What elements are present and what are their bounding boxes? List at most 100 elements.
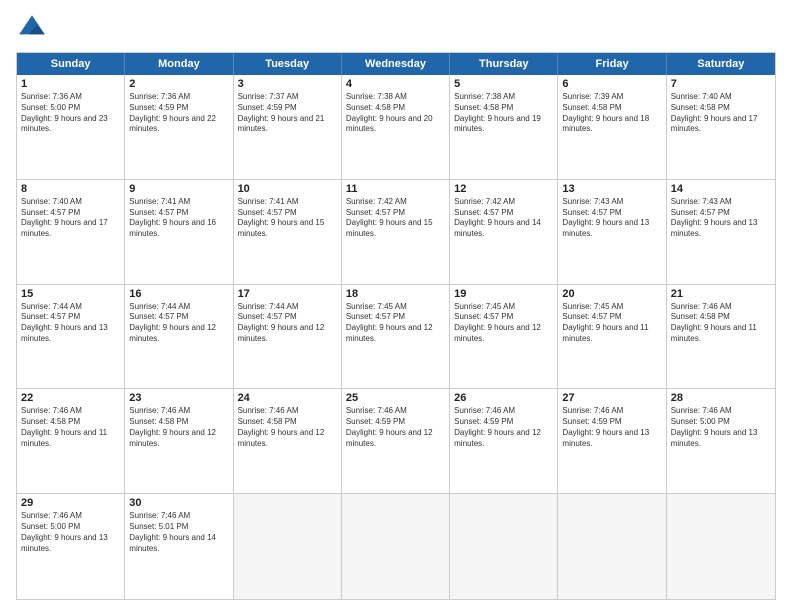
sunset-line: Sunset: 4:57 PM — [454, 208, 553, 219]
daylight-label: Daylight: 9 hours and 11 minutes. — [671, 323, 771, 345]
calendar-cell: 24 Sunrise: 7:46 AM Sunset: 4:58 PM Dayl… — [234, 389, 342, 493]
calendar-cell — [667, 494, 775, 599]
calendar-row-4: 22 Sunrise: 7:46 AM Sunset: 4:58 PM Dayl… — [17, 389, 775, 494]
day-number: 30 — [129, 497, 228, 509]
day-number: 17 — [238, 288, 337, 300]
calendar-cell: 3 Sunrise: 7:37 AM Sunset: 4:59 PM Dayli… — [234, 75, 342, 179]
sunset-line: Sunset: 4:58 PM — [346, 103, 445, 114]
calendar-cell: 8 Sunrise: 7:40 AM Sunset: 4:57 PM Dayli… — [17, 180, 125, 284]
day-number: 16 — [129, 288, 228, 300]
sunrise-line: Sunrise: 7:44 AM — [21, 302, 120, 313]
daylight-label: Daylight: 9 hours and 12 minutes. — [454, 323, 553, 345]
header-day-saturday: Saturday — [667, 53, 775, 75]
page: SundayMondayTuesdayWednesdayThursdayFrid… — [0, 0, 792, 612]
daylight-label: Daylight: 9 hours and 17 minutes. — [21, 218, 120, 240]
header-day-friday: Friday — [558, 53, 666, 75]
sunset-line: Sunset: 5:00 PM — [21, 522, 120, 533]
sunset-line: Sunset: 5:01 PM — [129, 522, 228, 533]
day-number: 29 — [21, 497, 120, 509]
calendar-cell — [342, 494, 450, 599]
daylight-label: Daylight: 9 hours and 13 minutes. — [562, 428, 661, 450]
day-number: 3 — [238, 78, 337, 90]
logo — [16, 12, 52, 44]
day-number: 1 — [21, 78, 120, 90]
sunset-line: Sunset: 4:57 PM — [562, 208, 661, 219]
daylight-label: Daylight: 9 hours and 12 minutes. — [129, 428, 228, 450]
sunrise-line: Sunrise: 7:45 AM — [346, 302, 445, 313]
day-number: 23 — [129, 392, 228, 404]
daylight-label: Daylight: 9 hours and 22 minutes. — [129, 114, 228, 136]
calendar-cell: 13 Sunrise: 7:43 AM Sunset: 4:57 PM Dayl… — [558, 180, 666, 284]
calendar-row-3: 15 Sunrise: 7:44 AM Sunset: 4:57 PM Dayl… — [17, 285, 775, 390]
sunrise-line: Sunrise: 7:46 AM — [129, 406, 228, 417]
calendar-cell: 14 Sunrise: 7:43 AM Sunset: 4:57 PM Dayl… — [667, 180, 775, 284]
daylight-label: Daylight: 9 hours and 14 minutes. — [454, 218, 553, 240]
calendar-cell: 27 Sunrise: 7:46 AM Sunset: 4:59 PM Dayl… — [558, 389, 666, 493]
daylight-label: Daylight: 9 hours and 21 minutes. — [238, 114, 337, 136]
header-day-thursday: Thursday — [450, 53, 558, 75]
header-day-monday: Monday — [125, 53, 233, 75]
sunrise-line: Sunrise: 7:42 AM — [346, 197, 445, 208]
day-number: 12 — [454, 183, 553, 195]
calendar-cell: 29 Sunrise: 7:46 AM Sunset: 5:00 PM Dayl… — [17, 494, 125, 599]
sunset-line: Sunset: 4:59 PM — [346, 417, 445, 428]
calendar: SundayMondayTuesdayWednesdayThursdayFrid… — [16, 52, 776, 600]
calendar-cell: 4 Sunrise: 7:38 AM Sunset: 4:58 PM Dayli… — [342, 75, 450, 179]
sunrise-line: Sunrise: 7:44 AM — [238, 302, 337, 313]
sunrise-line: Sunrise: 7:41 AM — [129, 197, 228, 208]
daylight-label: Daylight: 9 hours and 11 minutes. — [562, 323, 661, 345]
calendar-cell: 10 Sunrise: 7:41 AM Sunset: 4:57 PM Dayl… — [234, 180, 342, 284]
calendar-cell: 9 Sunrise: 7:41 AM Sunset: 4:57 PM Dayli… — [125, 180, 233, 284]
daylight-label: Daylight: 9 hours and 14 minutes. — [129, 533, 228, 555]
sunrise-line: Sunrise: 7:38 AM — [346, 92, 445, 103]
calendar-cell: 5 Sunrise: 7:38 AM Sunset: 4:58 PM Dayli… — [450, 75, 558, 179]
calendar-cell: 23 Sunrise: 7:46 AM Sunset: 4:58 PM Dayl… — [125, 389, 233, 493]
sunrise-line: Sunrise: 7:45 AM — [562, 302, 661, 313]
calendar-cell: 30 Sunrise: 7:46 AM Sunset: 5:01 PM Dayl… — [125, 494, 233, 599]
sunrise-line: Sunrise: 7:36 AM — [129, 92, 228, 103]
sunrise-line: Sunrise: 7:46 AM — [671, 302, 771, 313]
calendar-header: SundayMondayTuesdayWednesdayThursdayFrid… — [17, 53, 775, 75]
sunset-line: Sunset: 5:00 PM — [671, 417, 771, 428]
sunset-line: Sunset: 4:57 PM — [562, 312, 661, 323]
sunrise-line: Sunrise: 7:37 AM — [238, 92, 337, 103]
day-number: 8 — [21, 183, 120, 195]
day-number: 15 — [21, 288, 120, 300]
day-number: 13 — [562, 183, 661, 195]
sunrise-line: Sunrise: 7:46 AM — [671, 406, 771, 417]
sunrise-line: Sunrise: 7:38 AM — [454, 92, 553, 103]
calendar-cell: 12 Sunrise: 7:42 AM Sunset: 4:57 PM Dayl… — [450, 180, 558, 284]
day-number: 25 — [346, 392, 445, 404]
calendar-cell — [558, 494, 666, 599]
day-number: 19 — [454, 288, 553, 300]
day-number: 27 — [562, 392, 661, 404]
sunset-line: Sunset: 4:57 PM — [129, 208, 228, 219]
day-number: 2 — [129, 78, 228, 90]
header-day-tuesday: Tuesday — [234, 53, 342, 75]
calendar-cell: 7 Sunrise: 7:40 AM Sunset: 4:58 PM Dayli… — [667, 75, 775, 179]
sunrise-line: Sunrise: 7:44 AM — [129, 302, 228, 313]
sunset-line: Sunset: 4:57 PM — [21, 208, 120, 219]
calendar-cell: 15 Sunrise: 7:44 AM Sunset: 4:57 PM Dayl… — [17, 285, 125, 389]
calendar-cell: 26 Sunrise: 7:46 AM Sunset: 4:59 PM Dayl… — [450, 389, 558, 493]
sunrise-line: Sunrise: 7:46 AM — [562, 406, 661, 417]
calendar-cell — [450, 494, 558, 599]
day-number: 22 — [21, 392, 120, 404]
calendar-cell: 6 Sunrise: 7:39 AM Sunset: 4:58 PM Dayli… — [558, 75, 666, 179]
sunset-line: Sunset: 5:00 PM — [21, 103, 120, 114]
daylight-label: Daylight: 9 hours and 18 minutes. — [562, 114, 661, 136]
calendar-cell: 21 Sunrise: 7:46 AM Sunset: 4:58 PM Dayl… — [667, 285, 775, 389]
sunset-line: Sunset: 4:58 PM — [454, 103, 553, 114]
day-number: 4 — [346, 78, 445, 90]
daylight-label: Daylight: 9 hours and 13 minutes. — [671, 218, 771, 240]
daylight-label: Daylight: 9 hours and 13 minutes. — [21, 533, 120, 555]
day-number: 18 — [346, 288, 445, 300]
sunset-line: Sunset: 4:59 PM — [454, 417, 553, 428]
day-number: 28 — [671, 392, 771, 404]
sunrise-line: Sunrise: 7:42 AM — [454, 197, 553, 208]
sunrise-line: Sunrise: 7:40 AM — [671, 92, 771, 103]
calendar-cell: 17 Sunrise: 7:44 AM Sunset: 4:57 PM Dayl… — [234, 285, 342, 389]
sunset-line: Sunset: 4:58 PM — [129, 417, 228, 428]
sunrise-line: Sunrise: 7:36 AM — [21, 92, 120, 103]
sunrise-line: Sunrise: 7:46 AM — [346, 406, 445, 417]
